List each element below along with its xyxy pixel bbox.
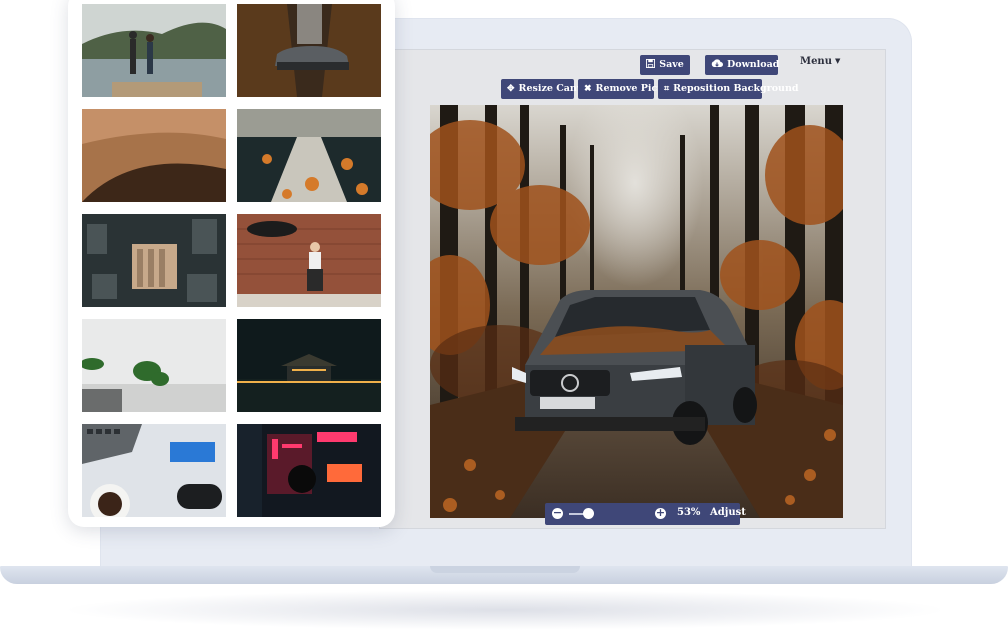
thumbnail-laptop-coffee-desk[interactable] (82, 424, 226, 517)
download-label: Download (727, 59, 780, 70)
thumbnail-car-forest-road[interactable] (237, 4, 381, 97)
adjust-button[interactable]: Adjust (710, 507, 746, 518)
thumbnail-temple-night[interactable] (237, 319, 381, 412)
zoom-slider-handle[interactable] (583, 508, 594, 519)
reposition-background-label: Reposition Background (673, 83, 799, 94)
arrows-move-icon: ✥ (507, 84, 515, 94)
thumbnail-couple-on-dock[interactable] (82, 4, 226, 97)
minus-circle-icon[interactable]: − (552, 507, 563, 519)
laptop-notch (430, 566, 580, 573)
thumbnail-leaf-pathway[interactable] (237, 109, 381, 202)
crop-icon: ⌗ (664, 84, 670, 94)
save-button[interactable]: Save (640, 55, 690, 75)
remove-picture-button[interactable]: ✖ Remove Picture (578, 79, 680, 99)
thumbnail-neon-signs-night[interactable] (237, 424, 381, 517)
thumbnail-sand-dune[interactable] (82, 109, 226, 202)
zoom-toolbar: − + 53% Adjust (545, 503, 746, 525)
canvas-photo-car-forest[interactable] (430, 105, 843, 518)
reposition-background-button[interactable]: ⌗ Reposition Background (658, 79, 799, 99)
x-icon: ✖ (584, 84, 592, 94)
download-button[interactable]: Download (705, 55, 780, 75)
menu-dropdown[interactable]: Menu ▼ (800, 56, 840, 67)
floppy-disk-icon (646, 55, 656, 75)
zoom-percent: 53% (677, 507, 701, 518)
image-gallery-panel (68, 0, 395, 527)
thumbnail-aerial-city[interactable] (82, 214, 226, 307)
car-forest-illustration (430, 105, 843, 518)
caret-down-icon: ▼ (834, 56, 841, 65)
resize-canvas-button[interactable]: ✥ Resize Canvas (501, 79, 594, 99)
thumbnail-plant-white-wall[interactable] (82, 319, 226, 412)
laptop-shadow (60, 590, 950, 630)
cloud-download-icon (711, 55, 723, 75)
plus-circle-icon[interactable]: + (655, 507, 666, 519)
save-label: Save (659, 59, 684, 70)
thumbnail-umbrella-woman-brick-wall[interactable] (237, 214, 381, 307)
menu-label: Menu (800, 56, 832, 67)
